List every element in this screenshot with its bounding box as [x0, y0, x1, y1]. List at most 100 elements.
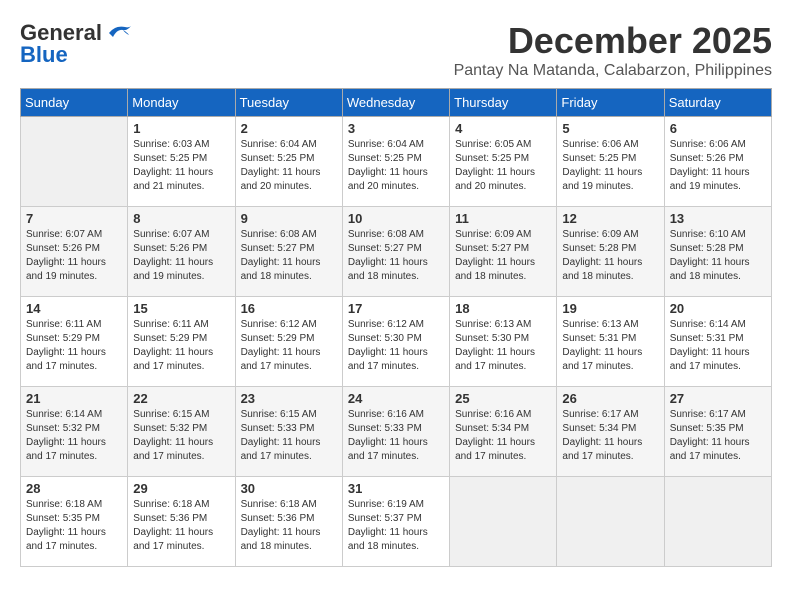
calendar-cell: 20 Sunrise: 6:14 AM Sunset: 5:31 PM Dayli… — [664, 297, 771, 387]
calendar-cell: 8 Sunrise: 6:07 AM Sunset: 5:26 PM Daylig… — [128, 207, 235, 297]
cell-day-number: 17 — [348, 301, 444, 316]
cell-info: Sunrise: 6:13 AM Sunset: 5:31 PM Dayligh… — [562, 318, 658, 374]
calendar-cell: 12 Sunrise: 6:09 AM Sunset: 5:28 PM Dayli… — [557, 207, 664, 297]
cell-info: Sunrise: 6:14 AM Sunset: 5:32 PM Dayligh… — [26, 408, 122, 464]
cell-info: Sunrise: 6:18 AM Sunset: 5:36 PM Dayligh… — [133, 498, 229, 554]
cell-day-number: 31 — [348, 481, 444, 496]
cell-day-number: 20 — [670, 301, 766, 316]
cell-day-number: 22 — [133, 391, 229, 406]
cell-info: Sunrise: 6:08 AM Sunset: 5:27 PM Dayligh… — [348, 228, 444, 284]
cell-info: Sunrise: 6:05 AM Sunset: 5:25 PM Dayligh… — [455, 138, 551, 194]
calendar-week-row: 14Sunrise: 6:11 AM Sunset: 5:29 PM Dayli… — [21, 297, 772, 387]
cell-info: Sunrise: 6:06 AM Sunset: 5:25 PM Dayligh… — [562, 138, 658, 194]
cell-info: Sunrise: 6:16 AM Sunset: 5:34 PM Dayligh… — [455, 408, 551, 464]
weekday-header: Saturday — [664, 89, 771, 117]
cell-day-number: 1 — [133, 121, 229, 136]
cell-day-number: 2 — [241, 121, 337, 136]
cell-info: Sunrise: 6:16 AM Sunset: 5:33 PM Dayligh… — [348, 408, 444, 464]
calendar-cell — [450, 477, 557, 567]
weekday-header: Wednesday — [342, 89, 449, 117]
cell-day-number: 10 — [348, 211, 444, 226]
calendar-cell: 4 Sunrise: 6:05 AM Sunset: 5:25 PM Daylig… — [450, 117, 557, 207]
cell-info: Sunrise: 6:17 AM Sunset: 5:35 PM Dayligh… — [670, 408, 766, 464]
cell-info: Sunrise: 6:09 AM Sunset: 5:28 PM Dayligh… — [562, 228, 658, 284]
cell-day-number: 6 — [670, 121, 766, 136]
cell-day-number: 9 — [241, 211, 337, 226]
cell-day-number: 7 — [26, 211, 122, 226]
weekday-header: Thursday — [450, 89, 557, 117]
cell-info: Sunrise: 6:10 AM Sunset: 5:28 PM Dayligh… — [670, 228, 766, 284]
calendar-cell: 19 Sunrise: 6:13 AM Sunset: 5:31 PM Dayli… — [557, 297, 664, 387]
cell-day-number: 14 — [26, 301, 122, 316]
cell-day-number: 25 — [455, 391, 551, 406]
cell-info: Sunrise: 6:15 AM Sunset: 5:33 PM Dayligh… — [241, 408, 337, 464]
weekday-header: Monday — [128, 89, 235, 117]
cell-day-number: 16 — [241, 301, 337, 316]
cell-info: Sunrise: 6:14 AM Sunset: 5:31 PM Dayligh… — [670, 318, 766, 374]
page-header: General Blue December 2025 Pantay Na Mat… — [20, 20, 772, 80]
cell-info: Sunrise: 6:17 AM Sunset: 5:34 PM Dayligh… — [562, 408, 658, 464]
calendar-cell: 31 Sunrise: 6:19 AM Sunset: 5:37 PM Dayli… — [342, 477, 449, 567]
calendar-cell: 23 Sunrise: 6:15 AM Sunset: 5:33 PM Dayli… — [235, 387, 342, 477]
cell-info: Sunrise: 6:07 AM Sunset: 5:26 PM Dayligh… — [133, 228, 229, 284]
calendar-cell: 7 Sunrise: 6:07 AM Sunset: 5:26 PM Daylig… — [21, 207, 128, 297]
calendar-cell: 9Sunrise: 6:08 AM Sunset: 5:27 PM Daylig… — [235, 207, 342, 297]
calendar-cell: 15Sunrise: 6:11 AM Sunset: 5:29 PM Dayli… — [128, 297, 235, 387]
cell-info: Sunrise: 6:03 AM Sunset: 5:25 PM Dayligh… — [133, 138, 229, 194]
calendar-header-row: SundayMondayTuesdayWednesdayThursdayFrid… — [21, 89, 772, 117]
cell-day-number: 23 — [241, 391, 337, 406]
cell-info: Sunrise: 6:12 AM Sunset: 5:29 PM Dayligh… — [241, 318, 337, 374]
cell-day-number: 3 — [348, 121, 444, 136]
cell-day-number: 11 — [455, 211, 551, 226]
calendar-cell: 26 Sunrise: 6:17 AM Sunset: 5:34 PM Dayli… — [557, 387, 664, 477]
calendar-subtitle: Pantay Na Matanda, Calabarzon, Philippin… — [454, 62, 772, 80]
cell-info: Sunrise: 6:13 AM Sunset: 5:30 PM Dayligh… — [455, 318, 551, 374]
calendar-cell: 10 Sunrise: 6:08 AM Sunset: 5:27 PM Dayli… — [342, 207, 449, 297]
calendar-cell: 2 Sunrise: 6:04 AM Sunset: 5:25 PM Daylig… — [235, 117, 342, 207]
calendar-cell: 11 Sunrise: 6:09 AM Sunset: 5:27 PM Dayli… — [450, 207, 557, 297]
cell-day-number: 27 — [670, 391, 766, 406]
cell-info: Sunrise: 6:04 AM Sunset: 5:25 PM Dayligh… — [348, 138, 444, 194]
calendar-week-row: 21 Sunrise: 6:14 AM Sunset: 5:32 PM Dayli… — [21, 387, 772, 477]
calendar-cell: 27 Sunrise: 6:17 AM Sunset: 5:35 PM Dayli… — [664, 387, 771, 477]
calendar-cell — [21, 117, 128, 207]
cell-info: Sunrise: 6:07 AM Sunset: 5:26 PM Dayligh… — [26, 228, 122, 284]
calendar-cell: 18 Sunrise: 6:13 AM Sunset: 5:30 PM Dayli… — [450, 297, 557, 387]
cell-day-number: 19 — [562, 301, 658, 316]
title-area: December 2025 Pantay Na Matanda, Calabar… — [454, 20, 772, 80]
cell-info: Sunrise: 6:18 AM Sunset: 5:35 PM Dayligh… — [26, 498, 122, 554]
cell-info: Sunrise: 6:12 AM Sunset: 5:30 PM Dayligh… — [348, 318, 444, 374]
cell-info: Sunrise: 6:04 AM Sunset: 5:25 PM Dayligh… — [241, 138, 337, 194]
calendar-table: SundayMondayTuesdayWednesdayThursdayFrid… — [20, 88, 772, 567]
calendar-cell: 29Sunrise: 6:18 AM Sunset: 5:36 PM Dayli… — [128, 477, 235, 567]
calendar-cell: 14Sunrise: 6:11 AM Sunset: 5:29 PM Dayli… — [21, 297, 128, 387]
cell-day-number: 21 — [26, 391, 122, 406]
calendar-cell — [664, 477, 771, 567]
calendar-week-row: 28Sunrise: 6:18 AM Sunset: 5:35 PM Dayli… — [21, 477, 772, 567]
cell-day-number: 26 — [562, 391, 658, 406]
calendar-cell: 22Sunrise: 6:15 AM Sunset: 5:32 PM Dayli… — [128, 387, 235, 477]
cell-day-number: 18 — [455, 301, 551, 316]
cell-info: Sunrise: 6:18 AM Sunset: 5:36 PM Dayligh… — [241, 498, 337, 554]
weekday-header: Tuesday — [235, 89, 342, 117]
calendar-cell: 21 Sunrise: 6:14 AM Sunset: 5:32 PM Dayli… — [21, 387, 128, 477]
cell-day-number: 15 — [133, 301, 229, 316]
weekday-header: Sunday — [21, 89, 128, 117]
cell-info: Sunrise: 6:09 AM Sunset: 5:27 PM Dayligh… — [455, 228, 551, 284]
cell-info: Sunrise: 6:19 AM Sunset: 5:37 PM Dayligh… — [348, 498, 444, 554]
calendar-week-row: 7 Sunrise: 6:07 AM Sunset: 5:26 PM Daylig… — [21, 207, 772, 297]
weekday-header: Friday — [557, 89, 664, 117]
cell-day-number: 24 — [348, 391, 444, 406]
calendar-cell: 13 Sunrise: 6:10 AM Sunset: 5:28 PM Dayli… — [664, 207, 771, 297]
cell-day-number: 12 — [562, 211, 658, 226]
calendar-cell: 6Sunrise: 6:06 AM Sunset: 5:26 PM Daylig… — [664, 117, 771, 207]
logo-bird-icon — [105, 23, 133, 43]
cell-day-number: 4 — [455, 121, 551, 136]
calendar-cell: 5Sunrise: 6:06 AM Sunset: 5:25 PM Daylig… — [557, 117, 664, 207]
calendar-week-row: 1 Sunrise: 6:03 AM Sunset: 5:25 PM Daylig… — [21, 117, 772, 207]
cell-day-number: 13 — [670, 211, 766, 226]
calendar-cell: 17 Sunrise: 6:12 AM Sunset: 5:30 PM Dayli… — [342, 297, 449, 387]
cell-day-number: 30 — [241, 481, 337, 496]
cell-day-number: 8 — [133, 211, 229, 226]
logo-blue: Blue — [20, 42, 68, 68]
